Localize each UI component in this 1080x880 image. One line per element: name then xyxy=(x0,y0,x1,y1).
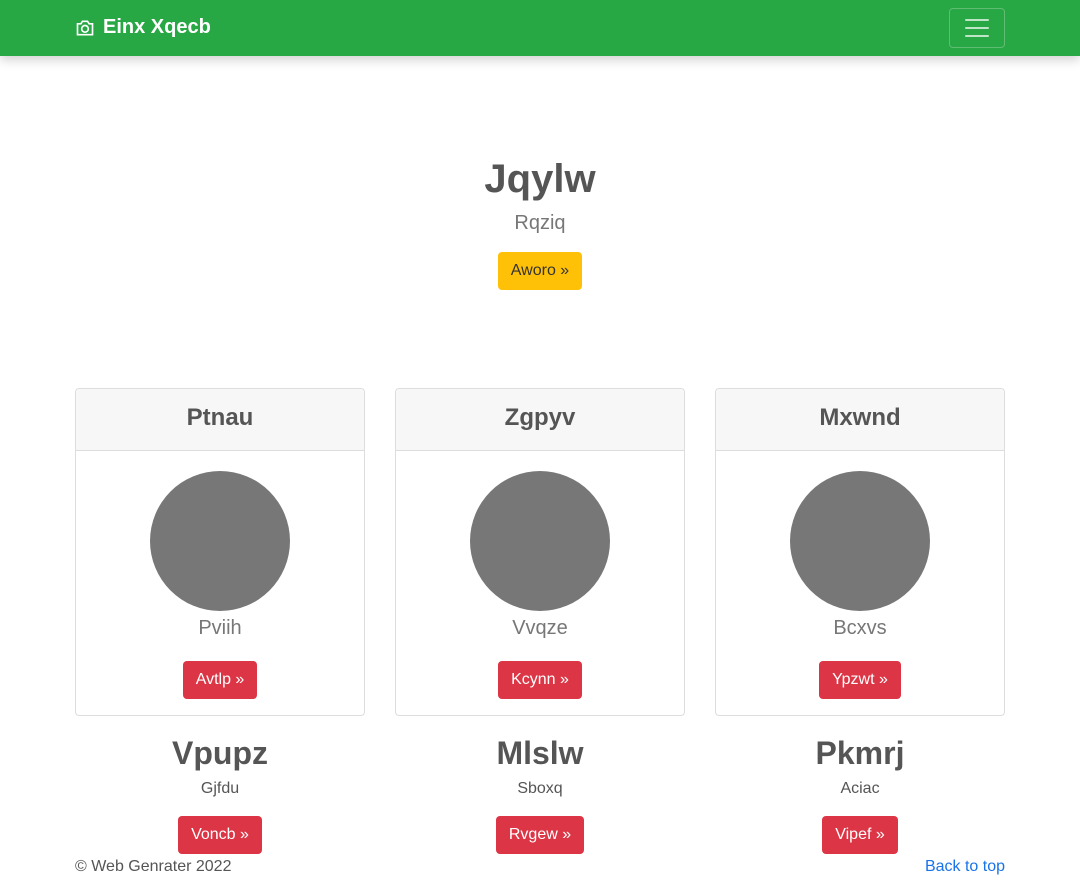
column-text: Gjfdu xyxy=(200,780,240,797)
hero-title: Jqylw xyxy=(484,157,596,201)
hamburger-icon xyxy=(965,19,989,21)
card-header: Mxwnd xyxy=(716,389,1004,451)
column-button[interactable]: Rvgew » xyxy=(495,816,585,854)
column-button[interactable]: Vipef » xyxy=(822,816,898,854)
column-title: Mlslw xyxy=(496,735,584,771)
brand-link[interactable]: Einx Xqecb xyxy=(75,16,211,39)
column-title: Vpupz xyxy=(172,735,268,771)
avatar xyxy=(150,471,290,611)
card-button[interactable]: Avtlp » xyxy=(182,661,258,699)
hero: Jqylw Rqziq Aworo » xyxy=(0,150,1080,290)
column-text: Sboxq xyxy=(517,780,563,797)
column-text: Aciac xyxy=(840,780,880,797)
card-3: Mxwnd Bcxvs Ypzwt » xyxy=(715,388,1005,716)
card-text: Bcxvs xyxy=(833,617,887,639)
column-3: Pkmrj Aciac Vipef » xyxy=(715,732,1005,854)
column-2: Mlslw Sboxq Rvgew » xyxy=(395,732,685,854)
brand-name: Einx Xqecb xyxy=(103,16,211,38)
card-text: Vvqze xyxy=(512,617,568,639)
card-button[interactable]: Kcynn » xyxy=(498,661,582,699)
back-to-top-link[interactable]: Back to top xyxy=(925,858,1005,876)
avatar xyxy=(790,471,930,611)
camera-icon xyxy=(76,20,94,35)
avatar xyxy=(470,471,610,611)
card-button[interactable]: Ypzwt » xyxy=(819,661,901,699)
column-title: Pkmrj xyxy=(815,735,905,771)
card-header: Ptnau xyxy=(76,389,364,451)
hero-subtitle: Rqziq xyxy=(514,212,566,234)
card-2: Zgpyv Vvqze Kcynn » xyxy=(395,388,685,716)
column-1: Vpupz Gjfdu Voncb » xyxy=(75,732,365,854)
card-text: Pviih xyxy=(198,617,242,639)
navbar: Einx Xqecb xyxy=(0,0,1080,56)
card-header: Zgpyv xyxy=(396,389,684,451)
navbar-toggler-button[interactable] xyxy=(949,8,1005,48)
footer-copyright: © Web Genrater 2022 xyxy=(75,858,232,875)
hero-button[interactable]: Aworo » xyxy=(497,252,583,290)
column-button[interactable]: Voncb » xyxy=(178,816,262,854)
card-1: Ptnau Pviih Avtlp » xyxy=(75,388,365,716)
